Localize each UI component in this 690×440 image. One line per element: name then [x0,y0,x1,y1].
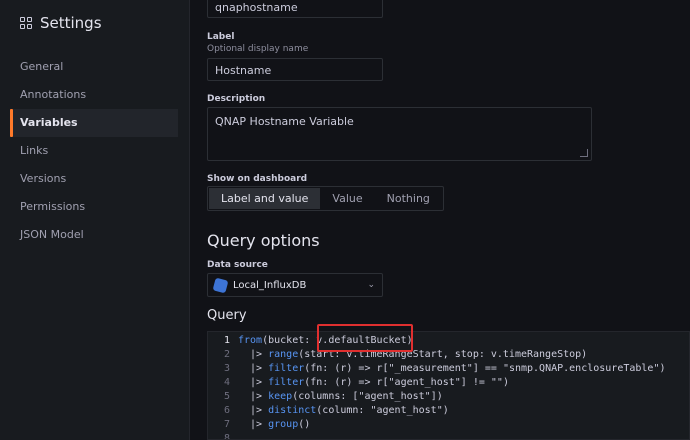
nav-item-general[interactable]: General [10,53,178,81]
description-textarea[interactable]: QNAP Hostname Variable [207,107,592,161]
code-line: 1 from(bucket: v.defaultBucket) [208,334,689,348]
code-text: |> keep(columns: ["agent_host"]) [238,391,443,402]
line-number: 5 [223,391,230,402]
data-source-label: Data source [207,260,268,270]
settings-sidebar: Settings General Annotations Variables L… [0,0,190,440]
description-text: QNAP Hostname Variable [215,115,354,128]
nav-item-variables[interactable]: Variables [10,109,178,137]
code-text: |> filter(fn: (r) => r["agent_host"] != … [238,377,509,388]
line-number: 7 [223,419,230,430]
settings-header: Settings [20,14,102,32]
option-label-and-value[interactable]: Label and value [209,188,321,209]
line-number: 8 [223,433,230,440]
settings-title: Settings [40,14,102,32]
query-title: Query [207,308,247,323]
show-on-dashboard-label: Show on dashboard [207,174,308,184]
chevron-down-icon: ⌄ [367,280,375,290]
name-input[interactable]: qnaphostname [207,0,383,18]
code-text: |> group() [238,419,311,430]
code-lines: 1 from(bucket: v.defaultBucket) 2 |> range… [208,332,689,440]
query-code-editor[interactable]: 1 from(bucket: v.defaultBucket) 2 |> range… [207,331,690,440]
nav-item-annotations[interactable]: Annotations [10,81,178,109]
data-source-value: Local_InfluxDB [233,279,307,291]
line-number: 1 [223,335,230,346]
variable-editor: qnaphostname Label Optional display name… [191,0,690,440]
code-line: 8 [208,432,689,440]
code-line: 2 |> range(start: v.timeRangeStart, stop… [208,348,689,362]
code-line: 3 |> filter(fn: (r) => r["_measurement"]… [208,362,689,376]
nav-item-versions[interactable]: Versions [10,165,178,193]
label-input[interactable]: Hostname [207,58,383,81]
line-number: 6 [223,405,230,416]
code-line: 4 |> filter(fn: (r) => r["agent_host"] !… [208,376,689,390]
line-number: 2 [223,349,230,360]
code-line: 7 |> group() [208,418,689,432]
nav-item-links[interactable]: Links [10,137,178,165]
show-on-dashboard-selector: Label and value Value Nothing [207,186,444,211]
influxdb-icon [212,277,229,293]
line-number: 4 [223,377,230,388]
resize-handle-icon[interactable] [580,149,588,157]
nav-item-json-model[interactable]: JSON Model [10,221,178,249]
highlight-box [317,324,413,352]
data-source-select[interactable]: Local_InfluxDB ⌄ [207,273,383,297]
description-field-label: Description [207,94,266,104]
code-text: |> distinct(column: "agent_host") [238,405,449,416]
option-value[interactable]: Value [320,188,374,209]
line-number: 3 [223,363,230,374]
nav-item-permissions[interactable]: Permissions [10,193,178,221]
code-line: 6 |> distinct(column: "agent_host") [208,404,689,418]
option-nothing[interactable]: Nothing [375,188,442,209]
settings-nav: General Annotations Variables Links Vers… [10,53,178,249]
code-line: 5 |> keep(columns: ["agent_host"]) [208,390,689,404]
label-field-label: Label [207,32,235,42]
query-options-title: Query options [207,231,320,250]
dashboard-grid-icon [20,17,32,29]
label-field-desc: Optional display name [207,44,309,54]
code-text: |> filter(fn: (r) => r["_measurement"] =… [238,363,666,374]
